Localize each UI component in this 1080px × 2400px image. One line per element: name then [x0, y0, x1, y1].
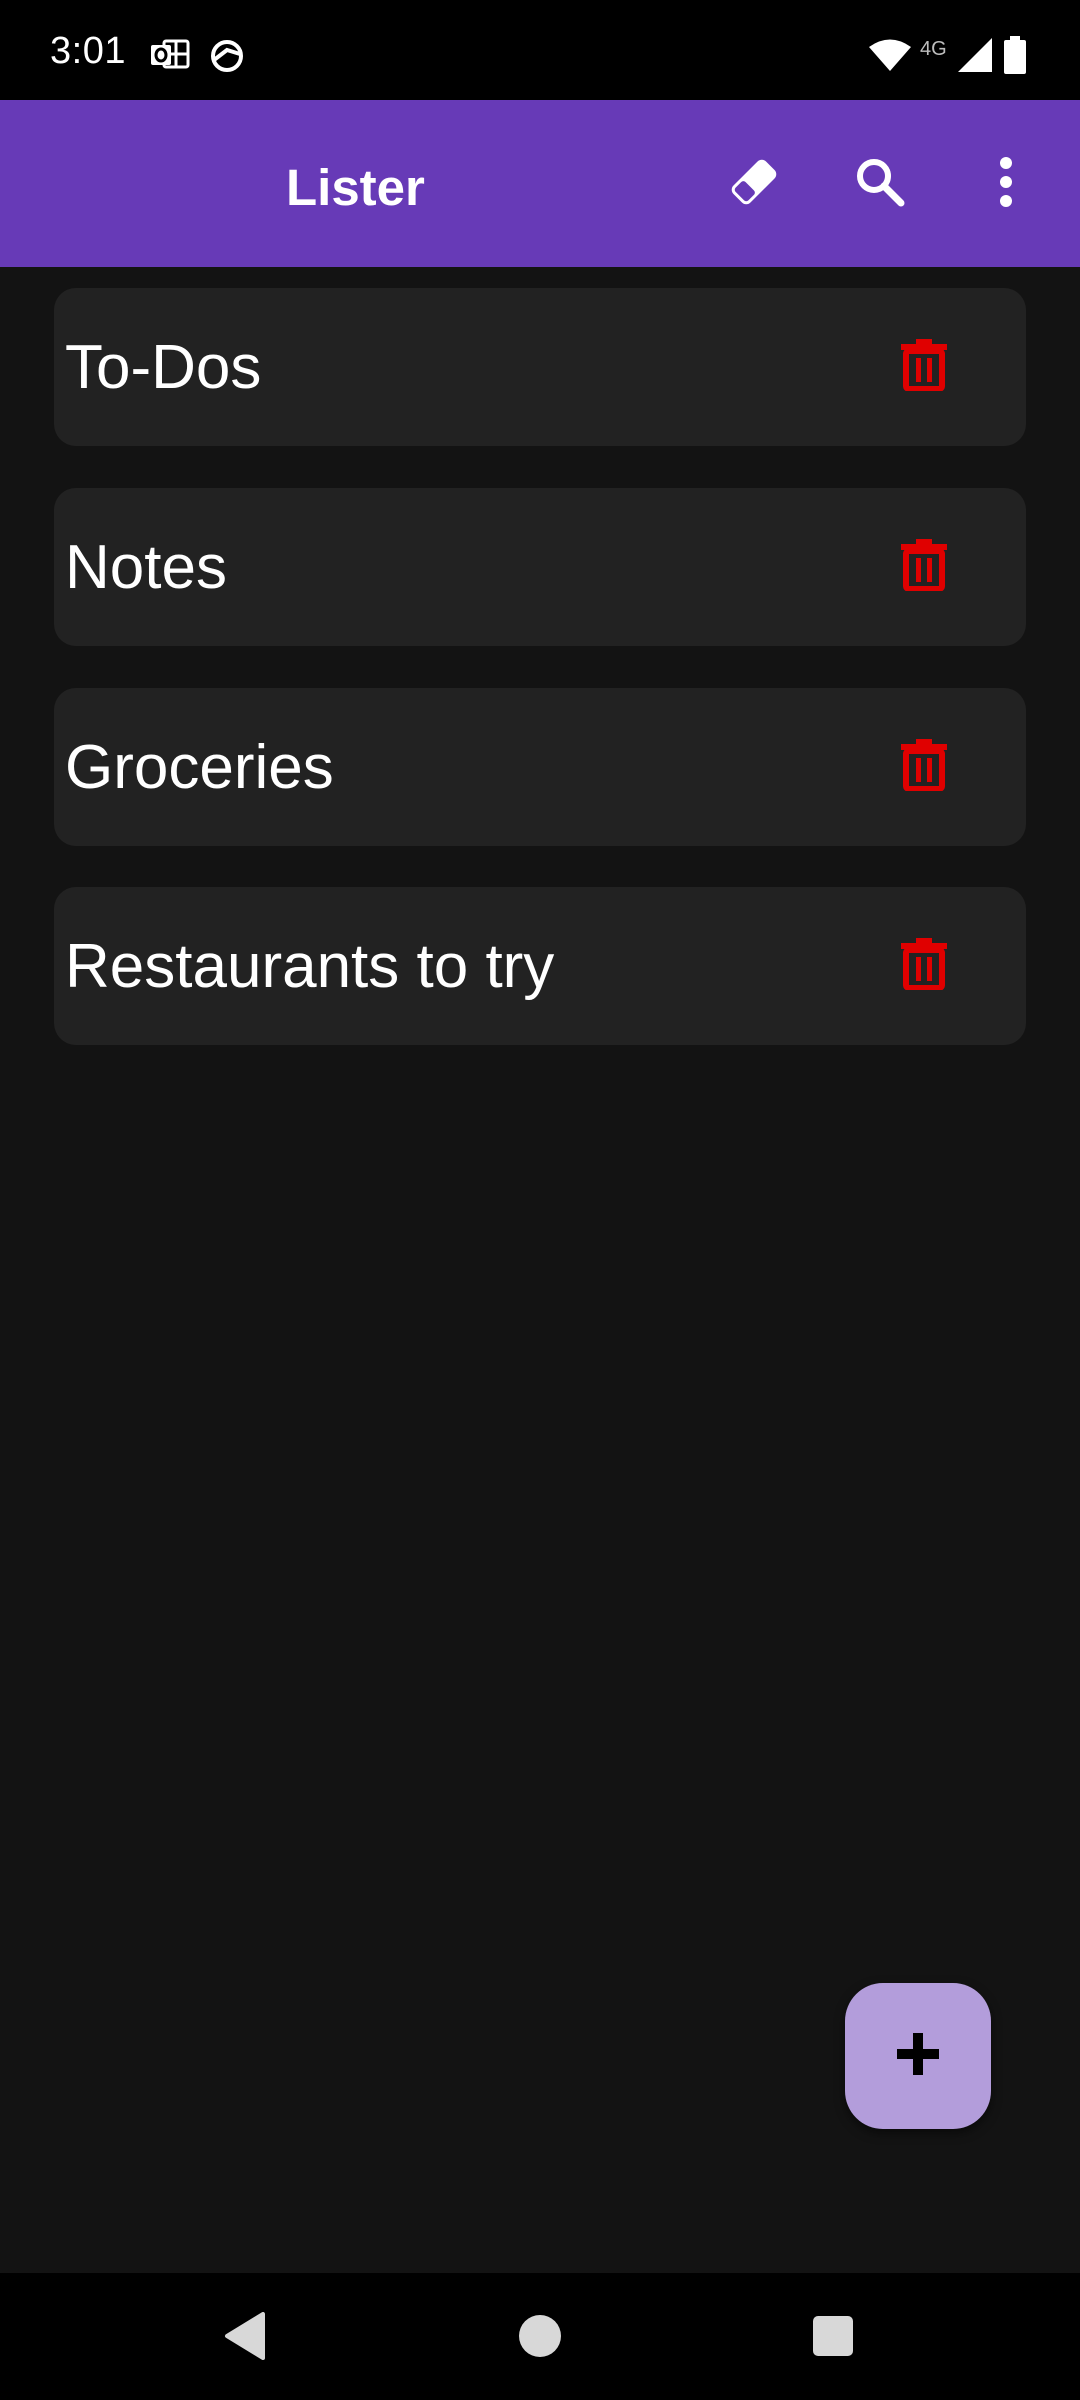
recents-icon: [812, 2315, 854, 2362]
list-item-label: To-Dos: [65, 333, 262, 402]
list-item[interactable]: Groceries: [54, 688, 1026, 846]
vpn-icon: [208, 38, 246, 79]
network-type-label: 4G: [920, 38, 947, 60]
list-item-label: Groceries: [65, 733, 334, 802]
add-list-button[interactable]: [845, 1983, 991, 2129]
outlook-icon: [150, 38, 190, 77]
status-bar: 3:01 4G: [0, 0, 1080, 100]
trash-icon: [901, 937, 947, 995]
list-item[interactable]: Notes: [54, 488, 1026, 646]
home-button[interactable]: [505, 2303, 575, 2373]
more-options-button[interactable]: [962, 140, 1050, 228]
list-item[interactable]: Restaurants to try: [54, 887, 1026, 1045]
screen: 3:01 4G Lister To-Dos Notes Groceries Re…: [0, 0, 1080, 2400]
signal-icon: [958, 38, 994, 77]
home-icon: [517, 2313, 563, 2364]
back-button[interactable]: [210, 2303, 280, 2373]
app-title: Lister: [286, 159, 425, 216]
search-button[interactable]: [836, 140, 924, 228]
recents-button[interactable]: [798, 2303, 868, 2373]
list-item[interactable]: To-Dos: [54, 288, 1026, 446]
delete-button[interactable]: [886, 732, 962, 802]
list-item-label: Restaurants to try: [65, 932, 555, 1001]
eraser-icon: [725, 153, 783, 216]
trash-icon: [901, 538, 947, 596]
delete-button[interactable]: [886, 532, 962, 602]
app-bar: Lister: [0, 100, 1080, 267]
status-time: 3:01: [50, 30, 126, 72]
more-vert-icon: [996, 156, 1016, 213]
search-icon: [853, 155, 907, 214]
trash-icon: [901, 338, 947, 396]
eraser-button[interactable]: [710, 140, 798, 228]
delete-button[interactable]: [886, 931, 962, 1001]
navigation-bar: [0, 2273, 1080, 2400]
trash-icon: [901, 738, 947, 796]
back-icon: [223, 2311, 267, 2365]
battery-icon: [1004, 36, 1026, 79]
plus-icon: [895, 2031, 941, 2082]
list-item-label: Notes: [65, 533, 227, 602]
wifi-icon: [868, 38, 912, 77]
delete-button[interactable]: [886, 332, 962, 402]
